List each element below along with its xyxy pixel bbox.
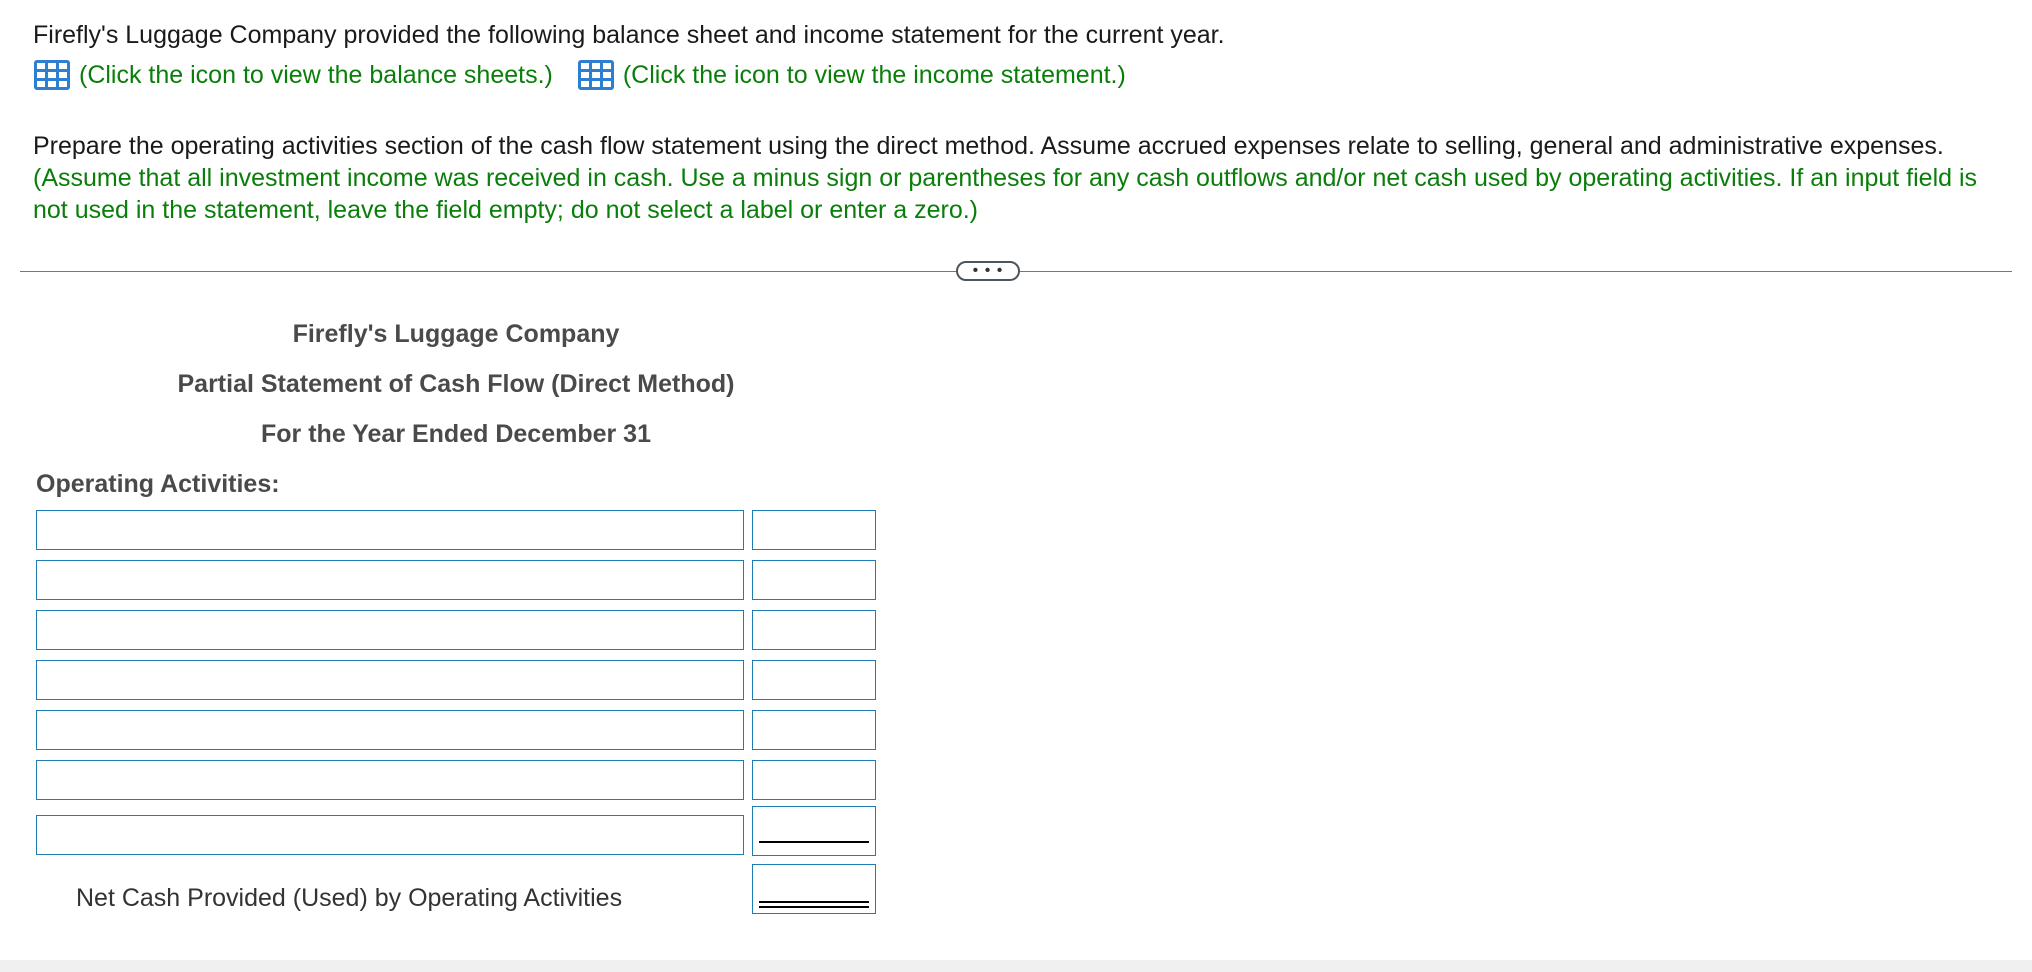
reference-links: (Click the icon to view the balance shee… <box>33 58 1126 92</box>
instructions-main: Prepare the operating activities section… <box>33 132 1944 160</box>
net-cash-label: Net Cash Provided (Used) by Operating Ac… <box>76 884 623 912</box>
amount-input-row-2[interactable] <box>752 560 876 600</box>
label-input-row-6[interactable] <box>36 760 744 800</box>
company-name: Firefly's Luggage Company <box>292 320 620 348</box>
income-statement-link[interactable]: (Click the icon to view the income state… <box>577 59 1126 91</box>
operating-activities-heading: Operating Activities: <box>36 470 280 498</box>
income-statement-link-text[interactable]: (Click the icon to view the income state… <box>623 61 1126 90</box>
net-cash-amount-input[interactable] <box>752 864 876 914</box>
amount-input-row-6[interactable] <box>752 760 876 800</box>
single-underline <box>759 841 869 843</box>
balance-sheets-link-text[interactable]: (Click the icon to view the balance shee… <box>79 61 553 90</box>
amount-input-row-3[interactable] <box>752 610 876 650</box>
amount-input-row-5[interactable] <box>752 710 876 750</box>
label-input-row-2[interactable] <box>36 560 744 600</box>
amount-input-row-7[interactable] <box>752 806 876 856</box>
balance-sheet-table-icon[interactable] <box>33 59 71 91</box>
statement-period: For the Year Ended December 31 <box>261 420 651 448</box>
label-input-row-3[interactable] <box>36 610 744 650</box>
instructions-note: (Assume that all investment income was r… <box>33 164 1978 224</box>
income-statement-table-icon[interactable] <box>577 59 615 91</box>
instructions: Prepare the operating activities section… <box>33 130 2013 226</box>
problem-page: Firefly's Luggage Company provided the f… <box>0 0 2032 972</box>
double-underline-bottom <box>759 906 869 908</box>
amount-input-row-4[interactable] <box>752 660 876 700</box>
balance-sheets-link[interactable]: (Click the icon to view the balance shee… <box>33 59 553 91</box>
label-input-row-1[interactable] <box>36 510 744 550</box>
label-input-row-7[interactable] <box>36 815 744 855</box>
double-underline-top <box>759 901 869 903</box>
label-input-row-5[interactable] <box>36 710 744 750</box>
intro-text: Firefly's Luggage Company provided the f… <box>33 21 1225 49</box>
footer-band <box>0 960 2032 972</box>
amount-input-row-1[interactable] <box>752 510 876 550</box>
expand-more-button[interactable]: • • • <box>956 261 1020 281</box>
label-input-row-4[interactable] <box>36 660 744 700</box>
statement-title: Partial Statement of Cash Flow (Direct M… <box>177 370 735 398</box>
